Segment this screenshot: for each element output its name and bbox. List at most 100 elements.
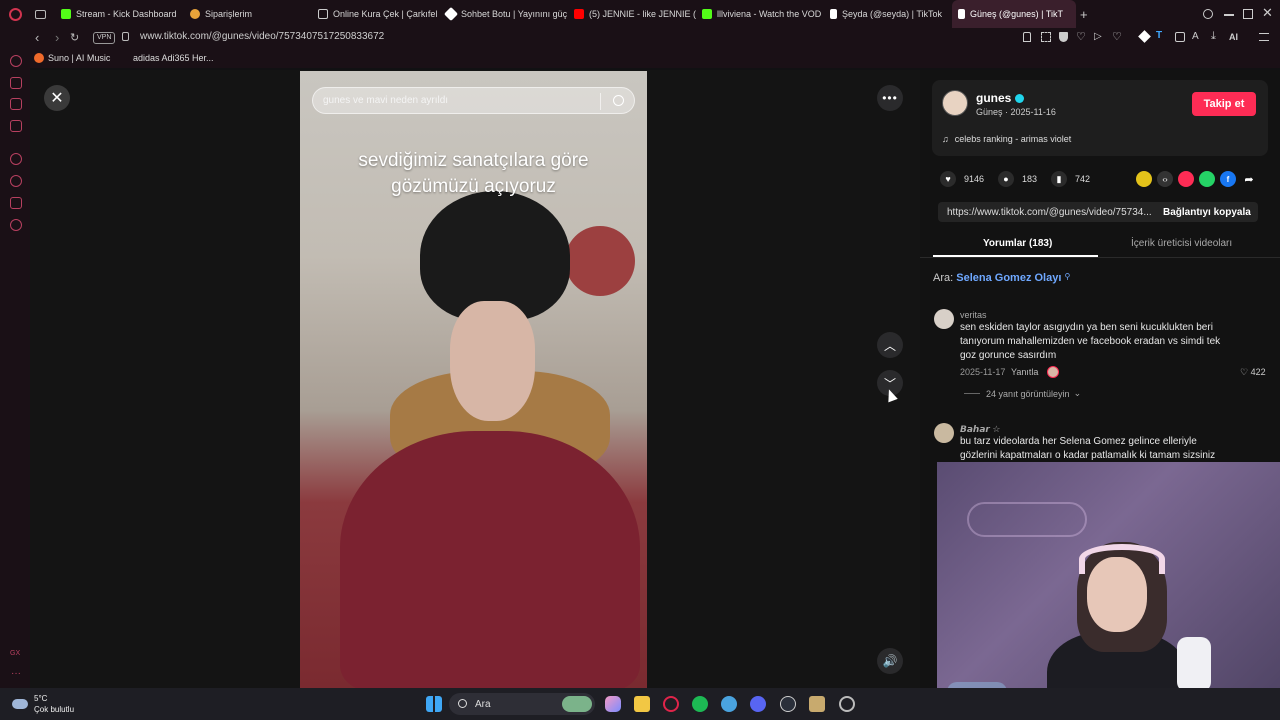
taskbar-search[interactable]: Ara [449, 693, 595, 715]
embed-icon[interactable]: ‹› [1157, 171, 1173, 187]
send-icon[interactable] [1178, 171, 1194, 187]
steam-icon[interactable] [780, 696, 796, 712]
weather-widget[interactable]: 5°C Çok bulutlu [12, 693, 74, 715]
bot-icon [443, 6, 459, 22]
cloud-icon [12, 699, 28, 709]
forward-icon[interactable]: › [55, 30, 59, 45]
ai-button[interactable]: AI [1229, 32, 1238, 42]
back-icon[interactable]: ‹ [35, 30, 39, 45]
close-video-button[interactable]: ✕ [44, 85, 70, 111]
weather-text: 5°C Çok bulutlu [34, 693, 74, 715]
webcam-overlay [937, 462, 1280, 720]
copilot-icon[interactable] [605, 696, 621, 712]
tab-tiktok-seyda[interactable]: Şeyda (@seyda) | TikTok [824, 0, 952, 28]
volume-button[interactable]: 🔊 [877, 648, 903, 674]
speed-dial-icon[interactable] [10, 55, 22, 67]
coin-share-icon[interactable] [1136, 171, 1152, 187]
file-explorer-icon[interactable] [634, 696, 650, 712]
minimize-icon[interactable] [1224, 14, 1234, 16]
menu-icon[interactable] [1259, 33, 1269, 41]
extensions-icon[interactable] [1175, 32, 1185, 42]
previous-video-button[interactable]: ︿ [877, 332, 903, 358]
settings-gear-icon[interactable] [839, 696, 855, 712]
share-link-box: https://www.tiktok.com/@gunes/video/7573… [938, 202, 1258, 222]
save-stat[interactable]: ▮ 742 [1051, 171, 1090, 187]
url-field[interactable]: www.tiktok.com/@gunes/video/757340751725… [140, 31, 384, 42]
more-options-button[interactable]: ••• [877, 85, 903, 111]
discord-icon[interactable] [750, 696, 766, 712]
tab-creator-videos[interactable]: İçerik üreticisi videoları [1131, 238, 1232, 249]
battle-net-icon[interactable] [721, 696, 737, 712]
spotify-icon[interactable] [692, 696, 708, 712]
tab-switcher-icon[interactable] [35, 10, 46, 19]
tab-sohbet-botu[interactable]: Sohbet Botu | Yayınını güç [440, 0, 568, 28]
comment-avatar[interactable] [934, 423, 954, 443]
favorite-icon[interactable]: ♡ [1112, 30, 1122, 43]
close-window-icon[interactable]: ✕ [1262, 5, 1273, 21]
translate-icon[interactable]: T [1156, 30, 1162, 41]
play-icon[interactable]: ▷ [1094, 31, 1102, 42]
gx-label: GX [10, 650, 21, 657]
search-icon[interactable] [613, 95, 624, 106]
messenger-icon[interactable] [10, 120, 22, 132]
music-player-icon[interactable] [10, 98, 22, 110]
suggest-prefix: Ara: [933, 272, 954, 284]
extensions-sidebar-icon[interactable] [10, 197, 22, 209]
more-share-icon[interactable]: ➦ [1241, 171, 1257, 187]
heart-icon[interactable]: ♡ [1076, 30, 1086, 43]
tab-kick-vod[interactable]: lllviviena - Watch the VOD [696, 0, 824, 28]
reload-icon[interactable]: ↻ [70, 31, 79, 44]
opera-gx-icon[interactable] [663, 696, 679, 712]
comment-stat[interactable]: ● 183 [998, 171, 1038, 187]
tab-tiktok-gunes[interactable]: Güneş (@gunes) | TikT [952, 0, 1076, 28]
comment-like[interactable]: ♡ 422 [1240, 367, 1266, 378]
whatsapp-icon[interactable] [1199, 171, 1215, 187]
facebook-icon[interactable]: f [1220, 171, 1236, 187]
download-icon[interactable]: ⤓ [1211, 30, 1216, 43]
comment-avatar[interactable] [934, 309, 954, 329]
tab-kura-cek[interactable]: Online Kura Çek | Çarkıfel [312, 0, 440, 28]
video-search-bar[interactable]: gunes ve mavi neden ayrıldı [312, 87, 635, 114]
search-suggestion[interactable]: Ara: Selena Gomez Olayı ⚲ [933, 272, 1070, 284]
vpn-badge[interactable]: VPN [93, 32, 116, 44]
history-icon[interactable] [10, 175, 22, 187]
translate-alt-icon[interactable]: A [1192, 31, 1199, 42]
comment-author[interactable]: 𝘽𝙖𝙝𝙖𝙧 ☆ [960, 424, 1000, 435]
music-row[interactable]: ♫ celebs ranking - arimas violet [942, 134, 1071, 144]
comment-author[interactable]: veritas [960, 310, 987, 320]
comment-count: 183 [1022, 174, 1038, 184]
shield-icon[interactable] [1059, 32, 1068, 42]
chevron-down-icon: ⌄ [1073, 388, 1082, 398]
tiktok-icon [830, 9, 837, 19]
more-icon[interactable]: ··· [11, 668, 21, 679]
avatar[interactable] [942, 90, 968, 116]
settings-icon[interactable] [10, 219, 22, 231]
league-icon[interactable] [809, 696, 825, 712]
bag-icon[interactable] [10, 77, 22, 89]
copy-link-button[interactable]: Bağlantıyı kopyala [1163, 207, 1251, 218]
follow-button[interactable]: Takip et [1192, 92, 1256, 116]
bookmark-suno[interactable]: Suno | AI Music [34, 53, 110, 63]
new-tab-button[interactable]: + [1080, 7, 1088, 22]
pin-icon[interactable] [1023, 32, 1031, 42]
extension-diamond-icon[interactable] [1138, 30, 1151, 43]
restore-icon[interactable] [1243, 9, 1253, 19]
view-replies[interactable]: 24 yanıt görüntüleyin ⌄ [964, 388, 1081, 399]
opera-logo-icon[interactable] [9, 8, 22, 21]
reply-button[interactable]: Yanıtla [1011, 367, 1038, 377]
share-link-url[interactable]: https://www.tiktok.com/@gunes/video/7573… [947, 207, 1155, 218]
username[interactable]: gunes [976, 91, 1025, 105]
weather-temp: 5°C [34, 694, 48, 703]
tab-youtube-jennie[interactable]: (5) JENNIE - like JENNIE ( [568, 0, 696, 28]
comment-line: goz gorunce sasırdım [960, 350, 1057, 361]
screenshot-icon[interactable] [1041, 32, 1051, 42]
search-tabs-icon[interactable] [1203, 9, 1213, 19]
like-stat[interactable]: ♥ 9146 [940, 171, 984, 187]
tab-siparislerim[interactable]: Siparişlerim [184, 0, 312, 28]
bookmark-adidas[interactable]: adidas Adi365 Her... [133, 53, 214, 63]
player-icon[interactable] [10, 153, 22, 165]
suggest-query: Selena Gomez Olayı [956, 272, 1062, 284]
tab-comments[interactable]: Yorumlar (183) [983, 238, 1052, 249]
windows-start-icon[interactable] [426, 696, 442, 712]
tab-kick-dashboard[interactable]: Stream - Kick Dashboard [55, 0, 183, 28]
